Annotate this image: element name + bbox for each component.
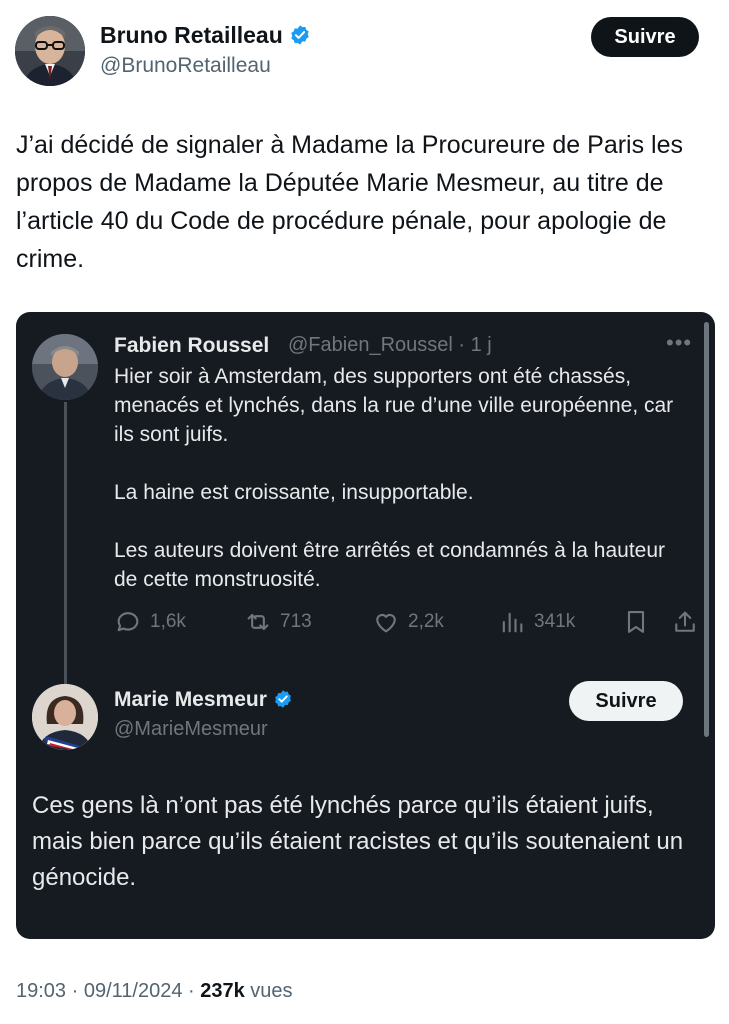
follow-button[interactable]: Suivre [569,681,683,721]
thread-connector-line [64,402,67,684]
card-scrollbar[interactable] [704,322,709,737]
reply-paragraph: Les auteurs doivent être arrêtés et cond… [114,539,666,591]
reply-icon [117,612,139,632]
share-icon [675,611,695,632]
quoted-thread-card[interactable]: Fabien Roussel @Fabien_Roussel · 1 j •••… [16,312,715,939]
views-count: 341k [534,611,576,632]
avatar[interactable] [15,16,85,86]
repost-action[interactable]: 713 [244,608,312,636]
reply-handle-time[interactable]: @Fabien_Roussel · 1 j [288,334,492,357]
repost-count: 713 [280,611,312,632]
views-action[interactable]: 341k [498,608,575,636]
heart-icon [376,613,396,633]
bookmark-action[interactable] [622,608,650,636]
avatar[interactable] [32,334,98,400]
author-name[interactable]: Bruno Retailleau [100,22,311,49]
views-chart-icon [502,612,523,633]
like-count: 2,2k [408,611,444,632]
reply-text: Hier soir à Amsterdam, des supporters on… [114,362,694,623]
reply-count: 1,6k [150,611,186,632]
follow-button[interactable]: Suivre [591,17,699,57]
bookmark-icon [627,611,645,633]
reply-author-name[interactable]: Fabien Roussel [114,334,269,358]
reply-author-name-text: Marie Mesmeur [114,688,267,711]
views-count: 237k [200,980,245,1002]
avatar[interactable] [32,684,98,750]
tweet-meta: 19:03 · 09/11/2024 · 237k vues [16,980,293,1003]
tweet-text: J’ai décidé de signaler à Madame la Proc… [16,131,684,273]
tweet-header: Bruno Retailleau @BrunoRetailleau Suivre [0,0,729,100]
reply-paragraph: Hier soir à Amsterdam, des supporters on… [114,365,674,446]
share-action[interactable] [671,608,699,636]
reply-author-name[interactable]: Marie Mesmeur [114,688,293,712]
timestamp[interactable]: 19:03 · 09/11/2024 · [16,980,200,1002]
action-bar: 1,6k 713 2,2k 341k [114,608,699,640]
verified-badge-icon [291,25,309,45]
views-label: vues [244,980,293,1002]
author-name-text: Bruno Retailleau [100,22,283,48]
reply-action[interactable]: 1,6k [114,608,186,636]
verified-badge-icon [274,690,291,708]
author-handle[interactable]: @BrunoRetailleau [100,54,271,78]
reply-text: Ces gens là n’ont pas été lynchés parce … [32,792,684,891]
repost-icon [247,613,269,631]
reply-author-handle[interactable]: @MarieMesmeur [114,718,268,741]
more-options-icon[interactable]: ••• [666,330,692,356]
reply-paragraph: La haine est croissante, insupportable. [114,481,474,504]
like-action[interactable]: 2,2k [372,608,444,636]
